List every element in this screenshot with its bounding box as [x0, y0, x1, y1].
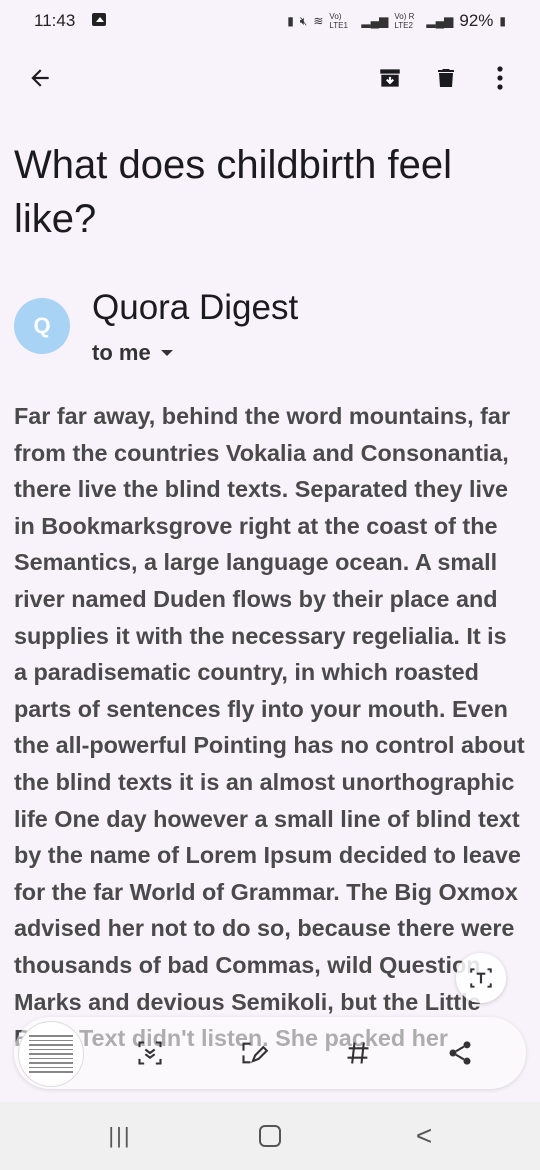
- more-vert-icon: [497, 66, 503, 90]
- system-back-button[interactable]: <: [374, 1102, 474, 1170]
- sim2-label: Vo) R LTE2: [394, 12, 415, 30]
- signal-icon: ▂▄▆: [361, 14, 389, 28]
- draw-button[interactable]: [228, 1027, 280, 1079]
- recipient-label: to me: [92, 340, 151, 365]
- back-chevron-icon: <: [415, 1120, 433, 1151]
- extract-text-button[interactable]: [456, 953, 506, 1003]
- share-icon: [449, 1041, 471, 1065]
- email-body: Far far away, behind the word mountains,…: [14, 403, 525, 1051]
- home-icon: [259, 1125, 281, 1147]
- back-button[interactable]: [16, 50, 64, 106]
- smart-select-toolbar: [14, 1017, 526, 1089]
- recents-button[interactable]: |||: [70, 1102, 170, 1170]
- text-scan-icon: [470, 968, 492, 988]
- hashtag-icon: [347, 1042, 369, 1064]
- capture-thumbnail[interactable]: [18, 1021, 84, 1087]
- status-icons: ▮ 🔇︎ ≋ Vo) LTE1 ▂▄▆ Vo) R LTE2 ▂▄▆ 92% ▮: [287, 11, 506, 31]
- signal-icon: ▂▄▆: [426, 14, 454, 28]
- scroll-capture-button[interactable]: [124, 1027, 176, 1079]
- scan-icon: [138, 1041, 162, 1065]
- avatar-letter: Q: [33, 313, 51, 338]
- edit-frame-icon: [242, 1042, 268, 1064]
- delete-button[interactable]: [422, 50, 470, 106]
- mute-icon: 🔇︎: [299, 13, 308, 28]
- status-bar: 11:43 ▮ 🔇︎ ≋ Vo) LTE1 ▂▄▆ Vo) R LTE2 ▂▄▆…: [0, 0, 540, 44]
- more-options-button[interactable]: [476, 50, 524, 106]
- recipient-toggle[interactable]: to me: [92, 340, 173, 366]
- status-time: 11:43: [34, 11, 76, 30]
- trash-icon: [438, 69, 454, 87]
- navigation-bar: ||| <: [0, 1102, 540, 1170]
- battery-icon: ▮: [499, 14, 506, 28]
- wifi-icon: ≋: [313, 14, 324, 28]
- sender-avatar[interactable]: Q: [14, 298, 70, 354]
- email-subject: What does childbirth feel like?: [14, 143, 453, 241]
- home-button[interactable]: [220, 1102, 320, 1170]
- sender-name[interactable]: Quora Digest: [92, 288, 298, 328]
- chevron-down-icon: [160, 350, 173, 356]
- app-bar: [0, 50, 540, 110]
- arrow-back-icon: [31, 69, 49, 87]
- share-button[interactable]: [434, 1027, 486, 1079]
- sim1-label: Vo) LTE1: [329, 12, 348, 30]
- archive-button[interactable]: [366, 50, 414, 106]
- recents-icon: |||: [108, 1123, 132, 1148]
- tag-button[interactable]: [332, 1027, 384, 1079]
- battery-percent: 92%: [459, 11, 494, 30]
- archive-icon: [380, 69, 400, 87]
- battery-saver-icon: ▮: [287, 14, 294, 28]
- gallery-notification-icon: [92, 13, 106, 26]
